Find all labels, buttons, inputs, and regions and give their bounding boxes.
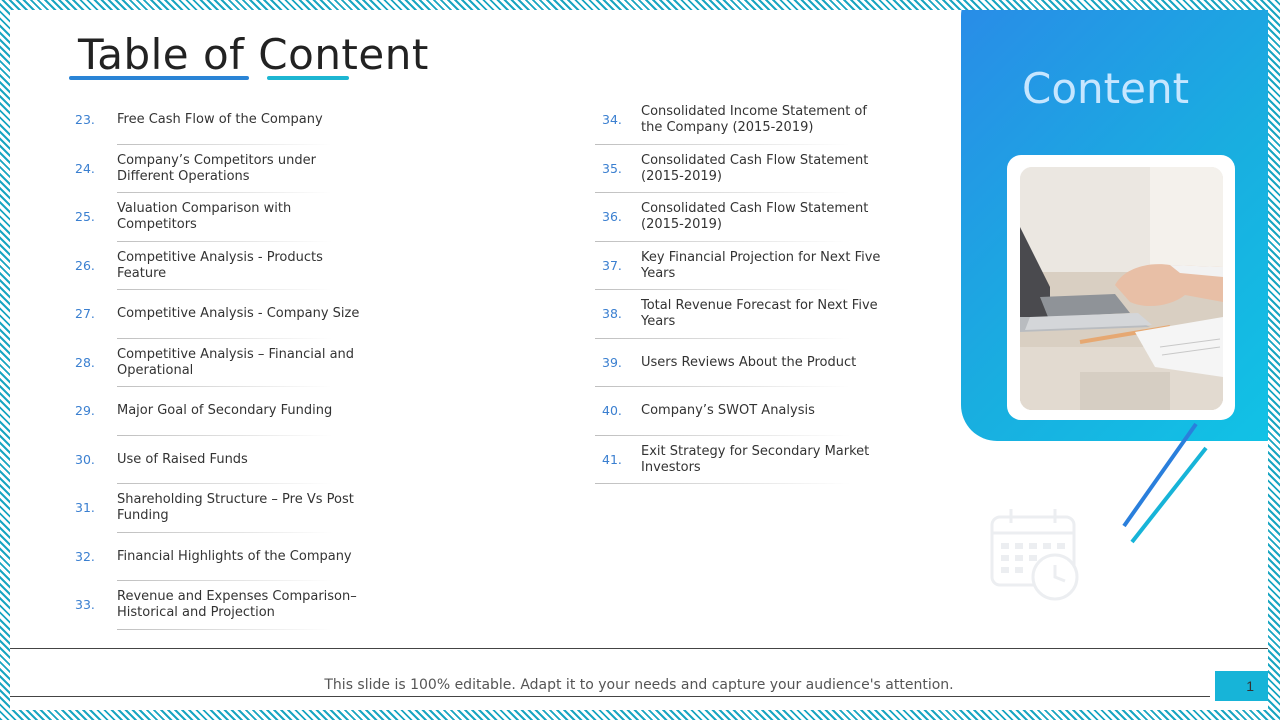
- toc-item-text: Company’s Competitors under Different Op…: [117, 152, 316, 184]
- toc-item-number: 34.: [602, 112, 622, 127]
- toc-divider: [117, 628, 332, 630]
- toc-item-text: Consolidated Cash Flow Statement (2015-2…: [641, 152, 869, 184]
- laptop-photo-illustration: [1020, 167, 1223, 410]
- page-title: Table of Content: [78, 30, 429, 79]
- toc-item-text: Users Reviews About the Product: [641, 354, 857, 370]
- toc-item-number: 35.: [602, 160, 622, 176]
- toc-item-text: Shareholding Structure – Pre Vs Post Fun…: [117, 492, 354, 524]
- photo-frame: [1007, 155, 1235, 420]
- title-underline-blue: [69, 76, 249, 80]
- laptop-photo: [1020, 167, 1223, 410]
- toc-item-number: 30.: [75, 451, 95, 467]
- toc-item-number: 41.: [602, 451, 622, 467]
- toc-item-text: Exit Strategy for Secondary Market Inves…: [641, 443, 870, 475]
- toc-item-number: 26.: [75, 257, 95, 273]
- toc-item-text: Valuation Comparison with Competitors: [117, 201, 292, 233]
- toc-item-number: 23.: [75, 112, 95, 127]
- toc-item-text: Revenue and Expenses Comparison– Histori…: [117, 589, 357, 621]
- toc-item-text: Competitive Analysis - Products Feature: [117, 249, 323, 281]
- toc-item-text: Total Revenue Forecast for Next Five Yea…: [641, 298, 878, 330]
- toc-item-text: Competitive Analysis – Financial and Ope…: [117, 346, 355, 378]
- toc-item-text: Key Financial Projection for Next Five Y…: [641, 249, 881, 281]
- toc-item-number: 27.: [75, 306, 95, 321]
- toc-item-text: Consolidated Cash Flow Statement (2015-2…: [641, 201, 869, 233]
- toc-item-number: 25.: [75, 209, 95, 224]
- footer-divider-top: [10, 648, 1268, 649]
- toc-item-number: 37.: [602, 257, 622, 273]
- toc-item-text: Consolidated Income Statement of the Com…: [641, 104, 867, 136]
- title-underline-cyan: [267, 76, 349, 80]
- toc-item-number: 32.: [75, 548, 95, 564]
- page-number: 1: [1215, 671, 1268, 701]
- toc-item-number: 31.: [75, 500, 95, 515]
- toc-item-number: 40.: [602, 403, 622, 418]
- toc-item-text: Use of Raised Funds: [117, 451, 248, 467]
- toc-divider: [595, 483, 850, 484]
- footer-divider-bottom: [10, 696, 1210, 697]
- toc-item-number: 33.: [75, 597, 95, 612]
- slide: Table of Content 23. Free Cash Flow of th…: [10, 10, 1268, 710]
- toc-item-text: Financial Highlights of the Company: [117, 548, 352, 564]
- toc-item-number: 39.: [602, 354, 622, 370]
- toc-item-number: 29.: [75, 403, 95, 418]
- toc-item-text: Major Goal of Secondary Funding: [117, 403, 333, 419]
- calendar-clock-icon: [990, 509, 1079, 601]
- footer-text: This slide is 100% editable. Adapt it to…: [324, 677, 954, 693]
- toc-item-number: 36.: [602, 209, 622, 224]
- toc-item-text: Competitive Analysis - Company Size: [117, 306, 360, 322]
- toc-item-text: Company’s SWOT Analysis: [641, 403, 815, 419]
- decorative-lines: [1122, 422, 1208, 544]
- toc-item-text: Free Cash Flow of the Company: [117, 112, 323, 128]
- panel-title: Content: [1022, 64, 1190, 113]
- toc-item-number: 24.: [75, 160, 95, 176]
- toc-item-number: 28.: [75, 354, 95, 370]
- toc-item-number: 38.: [602, 306, 622, 321]
